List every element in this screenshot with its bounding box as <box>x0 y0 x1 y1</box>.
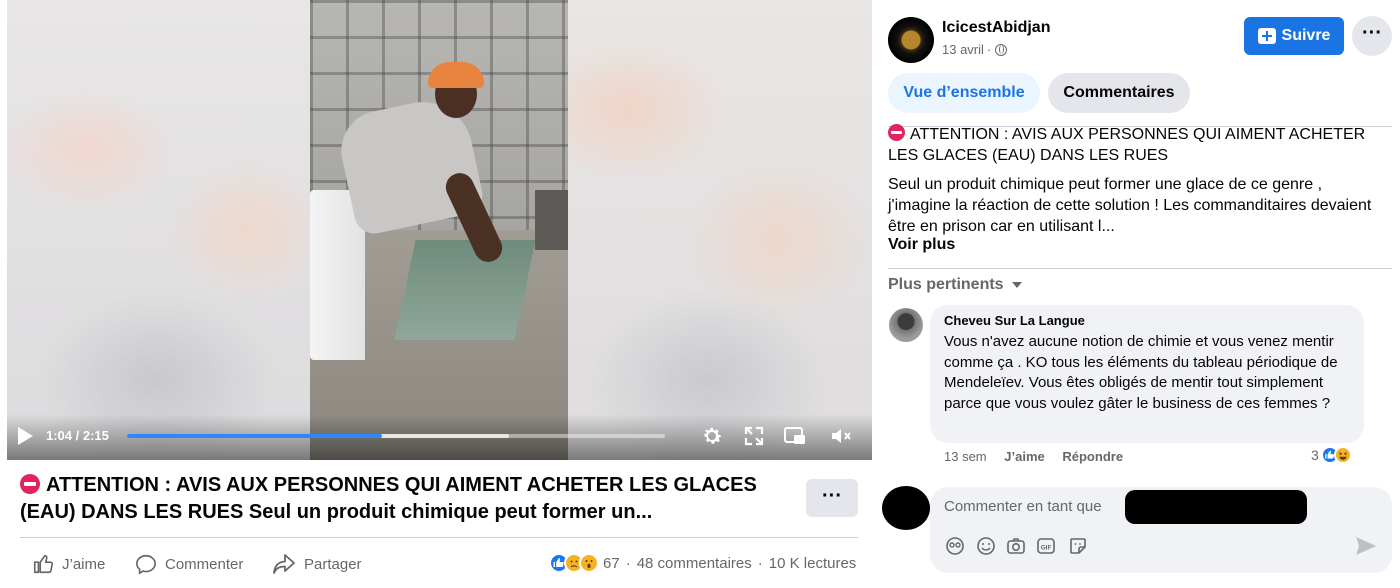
sticker-icon[interactable] <box>1068 536 1088 556</box>
page-avatar[interactable] <box>888 17 934 63</box>
no-entry-icon <box>20 474 40 494</box>
comment-icon <box>136 554 156 575</box>
globe-icon <box>995 43 1008 56</box>
see-more-link[interactable]: Voir plus <box>888 236 955 254</box>
reaction-count: 67 <box>603 554 620 572</box>
comment-sort-dropdown[interactable]: Plus pertinents <box>888 276 1022 294</box>
share-button[interactable]: Partager <box>272 548 362 580</box>
post-heading: ATTENTION : AVIS AUX PERSONNES QUI AIMEN… <box>888 124 1392 166</box>
gif-icon[interactable]: GIF <box>1036 536 1056 556</box>
video-time: 1:04 / 2:15 <box>46 428 109 443</box>
post-body: Seul un produit chimique peut former une… <box>888 176 1372 235</box>
share-label: Partager <box>304 555 362 573</box>
commenter-avatar[interactable] <box>889 308 923 342</box>
divider <box>888 268 1392 269</box>
comment-meta: 13 sem J’aime Répondre <box>944 449 1137 464</box>
post-more-button[interactable]: ··· <box>806 479 858 517</box>
comment-label: Commenter <box>165 555 244 573</box>
redacted-username <box>1125 490 1307 524</box>
video-blur-right <box>568 0 872 460</box>
video-frame <box>310 0 568 460</box>
follow-button[interactable]: Suivre <box>1244 17 1344 55</box>
comment-time[interactable]: 13 sem <box>944 449 987 464</box>
current-time: 1:04 <box>46 428 73 443</box>
video-water-tank <box>394 240 536 340</box>
reaction-summary[interactable]: 67 · 48 commentaires · 10 K lectures <box>549 553 856 573</box>
like-label: J’aime <box>62 555 106 573</box>
separator: · <box>625 554 631 572</box>
tab-comments[interactable]: Commentaires <box>1048 73 1190 113</box>
page-name[interactable]: IcicestAbidjan <box>942 19 1050 37</box>
comment-reply-button[interactable]: Répondre <box>1062 449 1123 464</box>
follow-label: Suivre <box>1281 27 1331 44</box>
mute-icon[interactable] <box>829 424 853 448</box>
post-date: 13 avril · <box>942 42 1008 57</box>
separator: · <box>757 554 763 572</box>
video-machine <box>535 190 568 250</box>
progress-fill <box>127 434 382 438</box>
post-title: ATTENTION : AVIS AUX PERSONNES QUI AIMEN… <box>20 472 790 526</box>
comment-button[interactable]: Commenter <box>135 548 243 580</box>
pip-icon[interactable] <box>783 424 807 448</box>
tab-overview[interactable]: Vue d’ensemble <box>888 73 1040 113</box>
video-player[interactable] <box>7 0 872 460</box>
comment-reactions[interactable]: 3 <box>1311 446 1352 464</box>
date-dot: · <box>986 42 992 57</box>
comment-count[interactable]: 48 commentaires <box>637 555 752 572</box>
fullscreen-icon[interactable] <box>742 424 766 448</box>
svg-text:GIF: GIF <box>1041 545 1052 552</box>
haha-reaction-icon <box>1333 446 1352 464</box>
progress-bar[interactable] <box>127 434 665 438</box>
follow-plus-icon <box>1257 28 1276 44</box>
commenter-name[interactable]: Cheveu Sur La Langue <box>944 313 1085 328</box>
post-title-text: ATTENTION : AVIS AUX PERSONNES QUI AIMEN… <box>20 474 757 523</box>
camera-icon[interactable] <box>1006 536 1026 556</box>
video-person-headscarf <box>428 62 484 88</box>
wow-reaction-icon <box>579 553 599 573</box>
caret-down-icon <box>1011 282 1022 288</box>
settings-icon[interactable] <box>700 424 724 448</box>
user-avatar <box>882 486 930 530</box>
page-more-button[interactable]: ··· <box>1352 16 1392 56</box>
play-icon[interactable] <box>16 426 34 446</box>
view-count: 10 K lectures <box>768 554 857 572</box>
avatar-sticker-icon[interactable] <box>945 536 965 556</box>
comment-text: Vous n'avez aucune notion de chimie et v… <box>944 333 1338 412</box>
share-icon <box>273 554 295 574</box>
post-date-text[interactable]: 13 avril <box>942 42 984 57</box>
comment-input[interactable]: Commenter en tant que <box>944 498 1102 515</box>
emoji-icon[interactable] <box>976 536 996 556</box>
video-blur-left <box>7 0 310 460</box>
duration: 2:15 <box>82 428 109 443</box>
divider <box>20 537 858 538</box>
comment-like-button[interactable]: J’aime <box>1004 449 1044 464</box>
sort-label: Plus pertinents <box>888 276 1004 293</box>
comment-reaction-count: 3 <box>1311 447 1319 463</box>
no-entry-icon <box>888 124 905 141</box>
like-button[interactable]: J’aime <box>32 548 105 580</box>
thumbs-up-icon <box>33 554 53 574</box>
post-heading-text: ATTENTION : AVIS AUX PERSONNES QUI AIMEN… <box>888 126 1366 164</box>
send-icon[interactable] <box>1355 536 1377 556</box>
